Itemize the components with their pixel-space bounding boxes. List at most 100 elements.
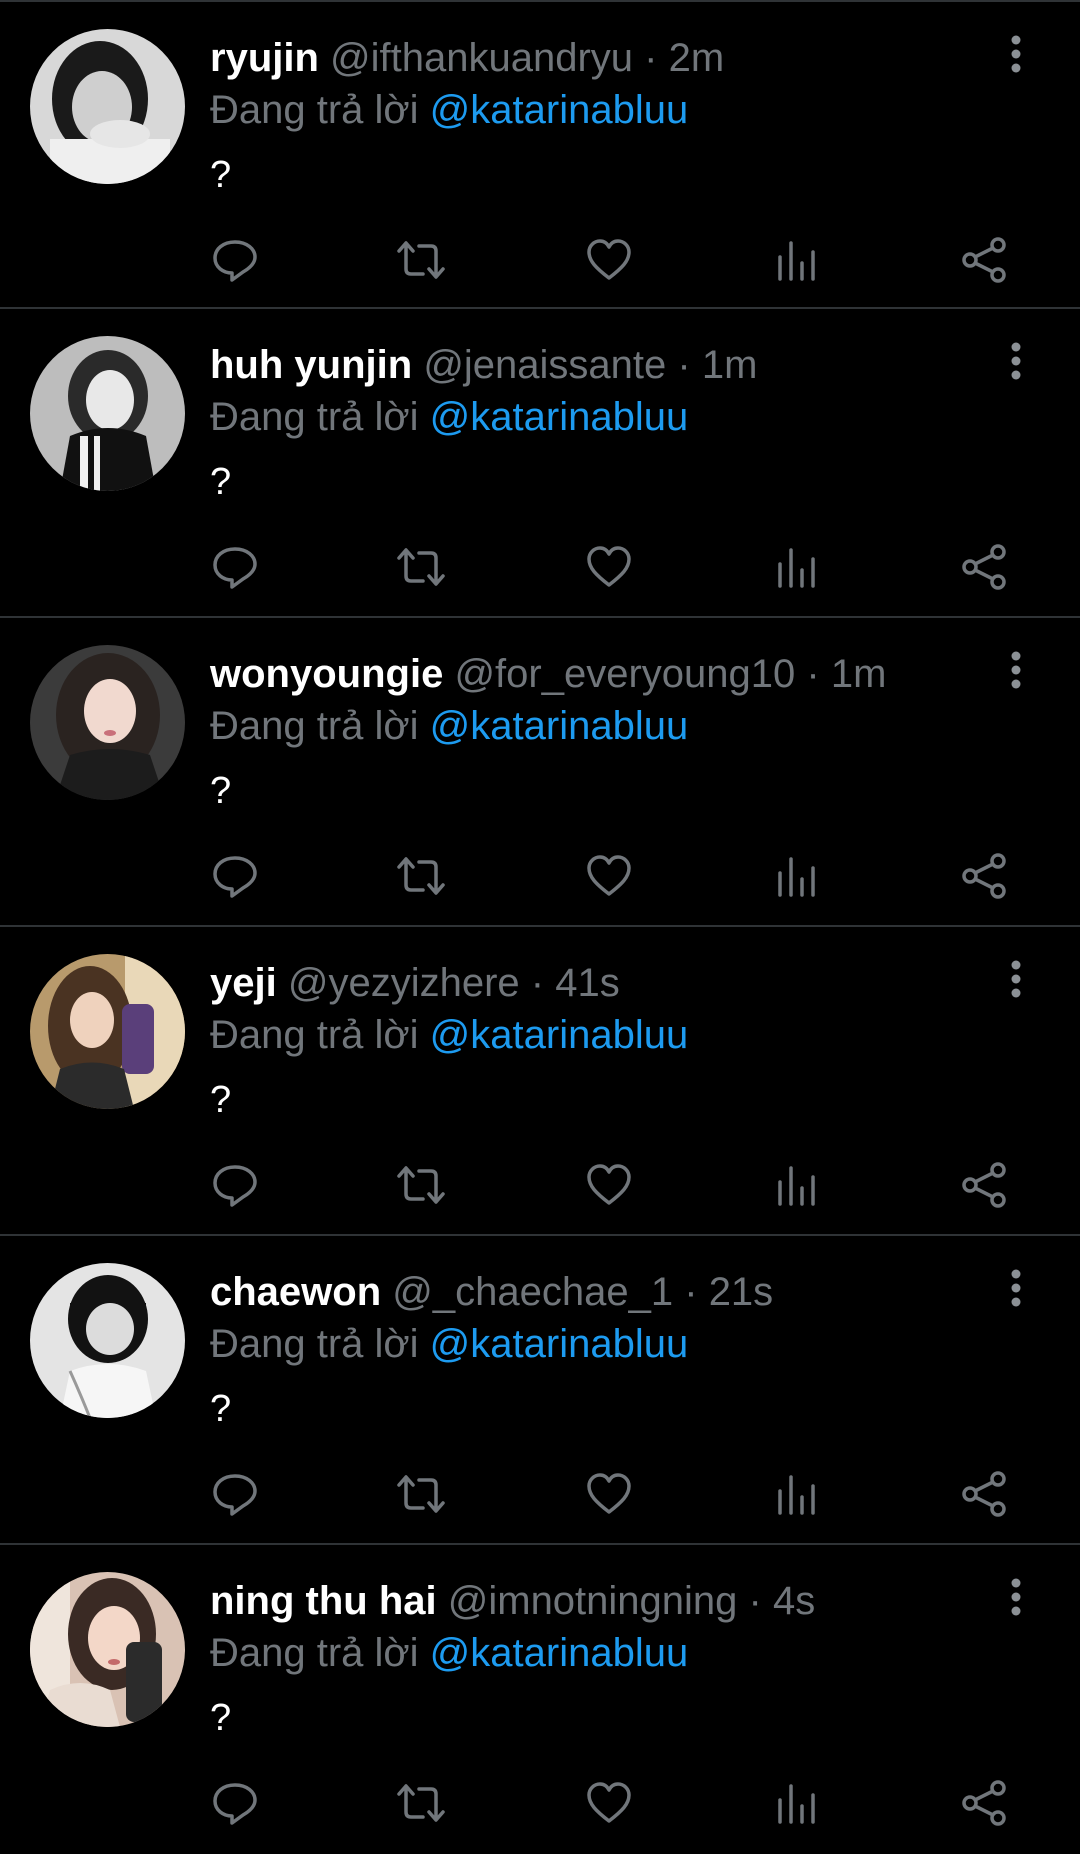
user-handle[interactable]: @for_everyoung10 [454, 652, 795, 696]
tweet-text: ? [210, 1697, 232, 1739]
display-name[interactable]: ryujin [210, 36, 319, 80]
timestamp[interactable]: 1m [702, 343, 758, 387]
share-button[interactable] [960, 851, 1010, 901]
avatar[interactable] [30, 336, 185, 491]
retweet-button[interactable] [396, 542, 446, 592]
views-button[interactable] [772, 851, 822, 901]
views-button[interactable] [772, 1469, 822, 1519]
like-button[interactable] [584, 1778, 634, 1828]
reply-button[interactable] [210, 851, 260, 901]
more-options-button[interactable] [998, 650, 1034, 690]
reply-button[interactable] [210, 1778, 260, 1828]
share-button[interactable] [960, 542, 1010, 592]
replying-to-mention[interactable]: @katarinabluu [430, 1631, 689, 1675]
views-bar-chart-icon [778, 1475, 815, 1515]
action-bar [210, 1778, 1010, 1828]
user-handle[interactable]: @ifthankuandryu [330, 36, 633, 80]
display-name[interactable]: wonyoungie [210, 652, 443, 696]
retweet-icon [397, 1784, 445, 1822]
like-button[interactable] [584, 542, 634, 592]
retweet-button[interactable] [396, 851, 446, 901]
tweet[interactable]: ning thu hai @imnotningning · 4s Đang tr… [0, 1545, 1080, 1854]
replying-to: Đang trả lời @katarinabluu [210, 86, 688, 134]
avatar-photo [30, 336, 185, 491]
replying-to-mention[interactable]: @katarinabluu [430, 1322, 689, 1366]
timestamp[interactable]: 1m [831, 652, 887, 696]
reply-button[interactable] [210, 1469, 260, 1519]
share-button[interactable] [960, 1778, 1010, 1828]
avatar-photo [30, 954, 185, 1109]
more-options-button[interactable] [998, 341, 1034, 381]
timestamp[interactable]: 2m [669, 36, 725, 80]
retweet-button[interactable] [396, 1160, 446, 1210]
reply-button[interactable] [210, 542, 260, 592]
share-icon [962, 544, 1006, 590]
tweet[interactable]: ryujin @ifthankuandryu · 2m Đang trả lời… [0, 0, 1080, 309]
replying-to-label: Đang trả lời [210, 1013, 419, 1057]
replying-to: Đang trả lời @katarinabluu [210, 1320, 688, 1368]
like-button[interactable] [584, 1469, 634, 1519]
reply-button[interactable] [210, 235, 260, 285]
like-button[interactable] [584, 851, 634, 901]
share-button[interactable] [960, 1469, 1010, 1519]
more-options-button[interactable] [998, 34, 1034, 74]
replying-to-mention[interactable]: @katarinabluu [430, 704, 689, 748]
timestamp[interactable]: 21s [709, 1270, 774, 1314]
share-button[interactable] [960, 1160, 1010, 1210]
replying-to-label: Đang trả lời [210, 704, 419, 748]
views-button[interactable] [772, 1160, 822, 1210]
tweet-header: chaewon @_chaechae_1 · 21s [210, 1268, 773, 1316]
replying-to-label: Đang trả lời [210, 1631, 419, 1675]
timestamp[interactable]: 4s [773, 1579, 815, 1623]
avatar[interactable] [30, 1263, 185, 1418]
user-handle[interactable]: @yezyizhere [288, 961, 520, 1005]
replying-to-mention[interactable]: @katarinabluu [430, 395, 689, 439]
retweet-button[interactable] [396, 235, 446, 285]
share-button[interactable] [960, 235, 1010, 285]
retweet-button[interactable] [396, 1778, 446, 1828]
views-button[interactable] [772, 542, 822, 592]
avatar[interactable] [30, 29, 185, 184]
reply-icon [213, 547, 257, 589]
user-handle[interactable]: @imnotningning [448, 1579, 738, 1623]
tweet[interactable]: wonyoungie @for_everyoung10 · 1m Đang tr… [0, 618, 1080, 927]
retweet-icon [397, 241, 445, 279]
views-button[interactable] [772, 235, 822, 285]
heart-icon [587, 855, 631, 896]
replying-to: Đang trả lời @katarinabluu [210, 393, 688, 441]
more-options-button[interactable] [998, 959, 1034, 999]
timestamp[interactable]: 41s [555, 961, 620, 1005]
tweet[interactable]: yeji @yezyizhere · 41s Đang trả lời @kat… [0, 927, 1080, 1236]
like-button[interactable] [584, 1160, 634, 1210]
avatar[interactable] [30, 645, 185, 800]
retweet-icon [397, 1475, 445, 1513]
user-handle[interactable]: @jenaissante [423, 343, 666, 387]
like-button[interactable] [584, 235, 634, 285]
tweet[interactable]: huh yunjin @jenaissante · 1m Đang trả lờ… [0, 309, 1080, 618]
tweet-header: ning thu hai @imnotningning · 4s [210, 1577, 815, 1625]
separator-dot: · [806, 652, 820, 696]
views-button[interactable] [772, 1778, 822, 1828]
avatar[interactable] [30, 1572, 185, 1727]
retweet-button[interactable] [396, 1469, 446, 1519]
replying-to: Đang trả lời @katarinabluu [210, 702, 688, 750]
replying-to-mention[interactable]: @katarinabluu [430, 88, 689, 132]
retweet-icon [397, 548, 445, 586]
views-bar-chart-icon [778, 1784, 815, 1824]
display-name[interactable]: yeji [210, 961, 277, 1005]
tweet-header: wonyoungie @for_everyoung10 · 1m [210, 650, 886, 698]
more-options-button[interactable] [998, 1268, 1034, 1308]
reply-button[interactable] [210, 1160, 260, 1210]
user-handle[interactable]: @_chaechae_1 [392, 1270, 673, 1314]
more-options-button[interactable] [998, 1577, 1034, 1617]
display-name[interactable]: ning thu hai [210, 1579, 437, 1623]
tweet[interactable]: chaewon @_chaechae_1 · 21s Đang trả lời … [0, 1236, 1080, 1545]
reply-icon [213, 240, 257, 282]
display-name[interactable]: chaewon [210, 1270, 381, 1314]
replying-to-mention[interactable]: @katarinabluu [430, 1013, 689, 1057]
share-icon [962, 1162, 1006, 1208]
display-name[interactable]: huh yunjin [210, 343, 412, 387]
reply-icon [213, 1474, 257, 1516]
avatar[interactable] [30, 954, 185, 1109]
vertical-dots-icon [1011, 651, 1021, 689]
